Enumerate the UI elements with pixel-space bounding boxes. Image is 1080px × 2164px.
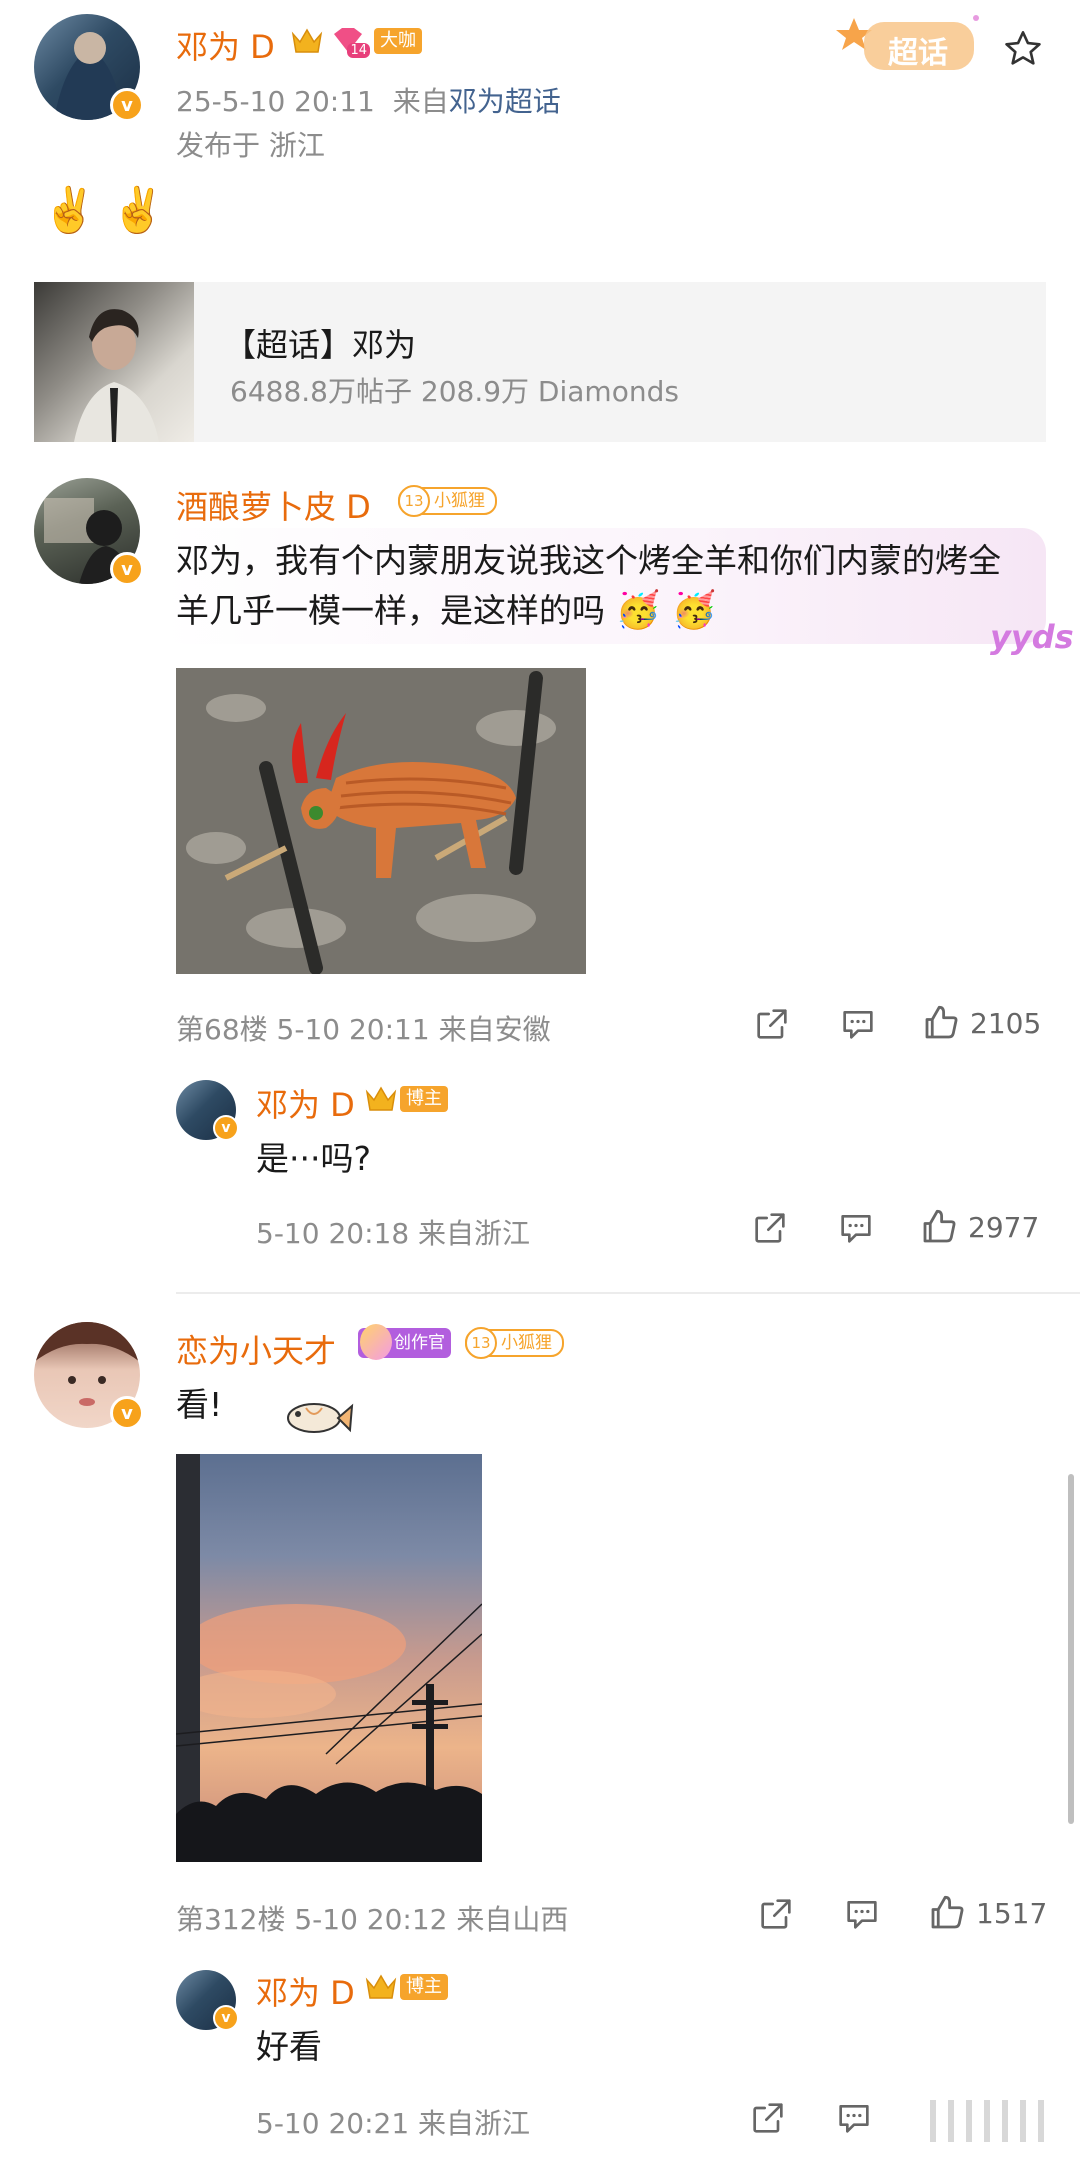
verified-icon: v <box>110 1396 144 1430</box>
like-button[interactable]: 2105 <box>920 1002 1041 1044</box>
verified-icon: v <box>213 2005 239 2031</box>
like-count: 2105 <box>970 1006 1042 1040</box>
fox-badge: 13 小狐狸 <box>465 1327 564 1359</box>
comment-badges: 13 小狐狸 <box>398 485 497 517</box>
reply-avatar[interactable]: v <box>176 1970 239 2031</box>
comment-button[interactable] <box>834 2098 874 2138</box>
divider <box>176 1292 1080 1294</box>
comment-badges: 创作官 13 小狐狸 <box>358 1324 564 1360</box>
comment-avatar[interactable]: v <box>34 1322 144 1430</box>
scrollbar[interactable] <box>1068 1474 1074 1824</box>
star-icon[interactable] <box>1002 28 1044 74</box>
post-body-emoji: ✌️ ✌️ <box>42 185 166 236</box>
reply-meta: 5-10 20:21 来自浙江 <box>256 2107 531 2140</box>
reply-badges: 博主 <box>364 1084 448 1114</box>
author-badges: 14 大咖 <box>290 26 422 58</box>
like-count: 2977 <box>968 1210 1040 1244</box>
like-icon <box>925 1005 958 1039</box>
supertopic-stats: 6488.8万帖子 208.9万 Diamonds <box>230 375 679 408</box>
like-button[interactable]: 2977 <box>918 1206 1039 1248</box>
comment-button[interactable] <box>838 1004 878 1044</box>
share-button[interactable] <box>750 1208 790 1248</box>
comment-button[interactable] <box>842 1894 882 1934</box>
blogger-badge: 博主 <box>400 1086 448 1112</box>
reply-author-name[interactable]: 邓为 D <box>256 1968 355 2014</box>
crown-icon <box>290 26 324 56</box>
share-icon <box>753 2103 783 2133</box>
verified-icon: v <box>110 552 144 586</box>
comment-text: 邓为，我有个内蒙朋友说我这个烤全羊和你们内蒙的烤全羊几乎一模一样，是这样的吗 🥳… <box>176 541 1001 631</box>
creator-badge: 创作官 <box>358 1324 451 1360</box>
reply-text: 是···吗? <box>256 1139 371 1178</box>
share-icon <box>757 1009 787 1039</box>
post-author-avatar[interactable]: v <box>34 14 144 122</box>
fish-sticker-icon <box>284 1394 354 1444</box>
verified-icon: v <box>213 1115 239 1141</box>
comment-meta: 第312楼 5-10 20:12 来自山西 <box>176 1903 569 1936</box>
vip-badge: 大咖 <box>374 28 422 54</box>
fox-badge: 13 小狐狸 <box>398 485 497 517</box>
reply-author-name[interactable]: 邓为 D <box>256 1080 355 1126</box>
comment-icon <box>841 1215 871 1243</box>
like-icon <box>923 1209 956 1243</box>
comment-text: 看! <box>176 1385 223 1424</box>
comment-meta: 第68楼 5-10 20:11 来自安徽 <box>176 1013 551 1046</box>
blogger-badge: 博主 <box>400 1974 448 2000</box>
share-icon <box>761 1899 791 1929</box>
comment-icon <box>843 1011 873 1039</box>
like-button[interactable]: 1517 <box>926 1892 1047 1934</box>
comment-author-name[interactable]: 酒酿萝卜皮 D <box>176 482 371 528</box>
comment-author-name[interactable]: 恋为小天才 <box>176 1326 336 1372</box>
reply-meta: 5-10 20:18 来自浙江 <box>256 1217 531 1250</box>
crown-icon <box>364 1972 398 2002</box>
like-count: 1517 <box>976 1896 1048 1930</box>
watermark-bars <box>900 2096 1070 2146</box>
comment-avatar[interactable]: v <box>34 478 144 586</box>
yyds-sticker: yyds <box>990 618 1074 656</box>
share-button[interactable] <box>748 2098 788 2138</box>
post-location: 发布于 浙江 <box>176 129 325 162</box>
creator-icon <box>360 1324 392 1360</box>
comment-button[interactable] <box>836 1208 876 1248</box>
supertopic-title: 【超话】邓为 <box>224 326 417 364</box>
post-author-name[interactable]: 邓为 D <box>176 22 275 68</box>
share-icon <box>755 1213 785 1243</box>
like-icon <box>931 1895 964 1929</box>
supertopic-badge[interactable]: 超话 <box>836 8 986 78</box>
comment-image-lamb[interactable] <box>176 668 586 974</box>
comment-icon <box>839 2105 869 2133</box>
reply-badges: 博主 <box>364 1972 448 2002</box>
verified-icon: v <box>110 88 144 122</box>
comment-image-sunset[interactable] <box>176 1454 482 1862</box>
diamond-icon: 14 <box>330 26 370 58</box>
share-button[interactable] <box>752 1004 792 1044</box>
celebrate-emoji-icon: 🥳 🥳 <box>615 590 717 631</box>
comment-icon <box>847 1901 877 1929</box>
post-source-link[interactable]: 邓为超话 <box>449 85 561 118</box>
supertopic-image <box>34 282 194 442</box>
reply-avatar[interactable]: v <box>176 1080 239 1141</box>
reply-text: 好看 <box>256 2027 322 2066</box>
crown-icon <box>364 1084 398 1114</box>
supertopic-card[interactable]: 【超话】邓为 6488.8万帖子 208.9万 Diamonds <box>34 282 1046 442</box>
share-button[interactable] <box>756 1894 796 1934</box>
post-time-source: 25-5-10 20:11 来自邓为超话 <box>176 85 561 118</box>
